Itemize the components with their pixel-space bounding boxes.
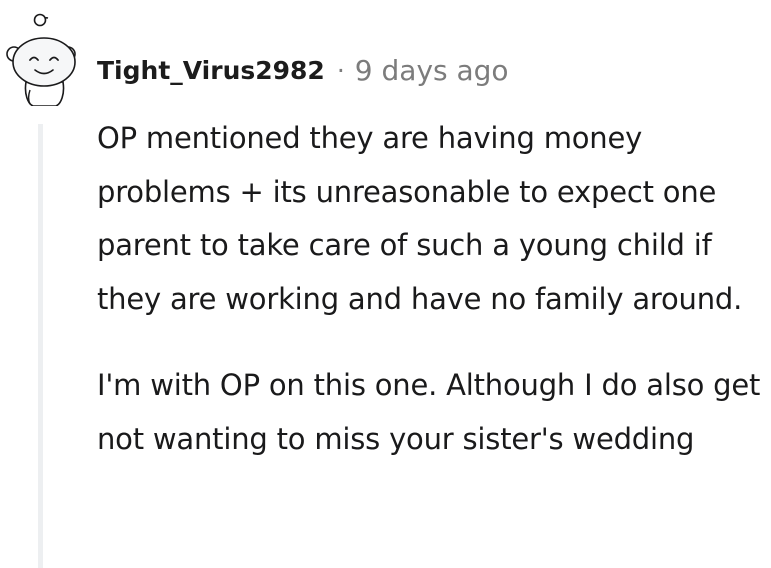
comment-header: Tight_Virus2982 · 9 days ago <box>97 50 509 90</box>
timestamp-link[interactable]: 9 days ago <box>355 54 509 87</box>
thread-collapse-line[interactable] <box>38 124 43 568</box>
comment-body: OP mentioned they are having money probl… <box>97 112 762 466</box>
comment-paragraph: OP mentioned they are having money probl… <box>97 121 743 316</box>
snoo-avatar-icon[interactable] <box>6 10 84 107</box>
comment: Tight_Virus2982 · 9 days ago OP mentione… <box>0 0 771 568</box>
snoo-avatar-svg <box>6 13 76 107</box>
comment-paragraph: I'm with OP on this one. Although I do a… <box>97 368 761 456</box>
username-link[interactable]: Tight_Virus2982 <box>97 56 325 85</box>
meta-separator: · <box>336 55 345 85</box>
